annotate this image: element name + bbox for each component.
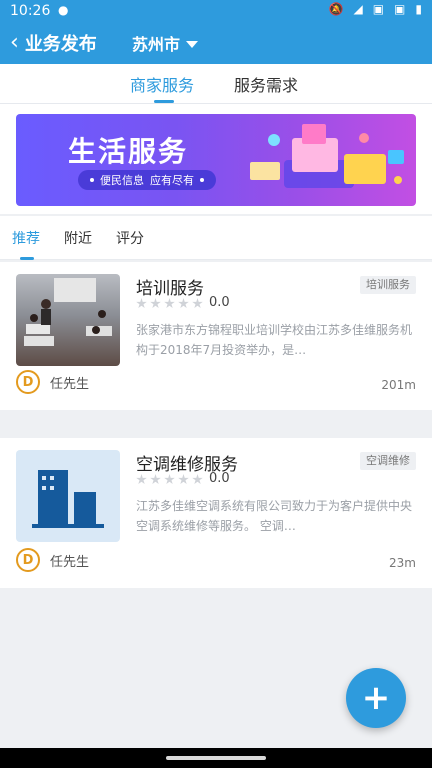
- listing-card[interactable]: 培训服务 培训服务 0.0 张家港市东方锦程职业培训学校由江苏多佳维服务机构于2…: [0, 262, 432, 410]
- home-gesture-handle[interactable]: [166, 756, 266, 760]
- dot-icon: [200, 178, 204, 182]
- wifi-icon: ◢: [353, 2, 363, 16]
- banner-area: 生活服务 便民信息 应有尽有: [0, 104, 432, 214]
- star-icon: [136, 474, 147, 485]
- listing-title: 培训服务: [136, 279, 204, 299]
- classroom-photo: [24, 278, 112, 346]
- plus-icon: +: [361, 678, 391, 718]
- star-icon: [150, 298, 161, 309]
- location-icon: ●: [58, 3, 69, 17]
- status-icons: 🔕 ◢ ▣ ▣ ▮: [329, 2, 422, 16]
- back-button[interactable]: ‹ 业务发布: [10, 28, 97, 58]
- listing-thumbnail: [16, 274, 120, 366]
- star-icon: [150, 474, 161, 485]
- star-icon: [164, 474, 175, 485]
- filter-tab-rating[interactable]: 评分: [116, 228, 144, 248]
- category-badge: 空调维修: [360, 452, 416, 470]
- rating-stars: [136, 298, 203, 309]
- active-filter-indicator: [20, 257, 34, 260]
- main-tabs: 商家服务 服务需求: [0, 64, 432, 104]
- distance: 23m: [389, 556, 416, 570]
- star-icon: [192, 474, 203, 485]
- city-label: 苏州市: [132, 35, 181, 54]
- status-bar: 10:26 ● 🔕 ◢ ▣ ▣ ▮: [0, 0, 432, 22]
- listing-description: 江苏多佳维空调系统有限公司致力于为客户提供中央空调系统维修等服务。 空调…: [136, 499, 413, 533]
- logo-badge-icon: D: [16, 548, 40, 572]
- city-selector[interactable]: 苏州市: [132, 30, 199, 56]
- filter-tabs: 推荐 附近 评分: [0, 216, 432, 260]
- battery-icon: ▮: [415, 2, 422, 16]
- dot-icon: [90, 178, 94, 182]
- banner-title: 生活服务: [68, 135, 189, 168]
- owner-name: 任先生: [50, 554, 90, 570]
- star-icon: [192, 298, 203, 309]
- owner-info: D 任先生: [16, 370, 89, 394]
- distance: 201m: [381, 378, 416, 392]
- signal-icon-2: ▣: [394, 2, 406, 16]
- owner-name: 任先生: [50, 376, 90, 392]
- banner-illustration: [250, 124, 404, 188]
- mute-icon: 🔕: [328, 2, 344, 16]
- tab-service-demand[interactable]: 服务需求: [234, 72, 298, 96]
- star-icon: [164, 298, 175, 309]
- filter-tab-nearby[interactable]: 附近: [64, 228, 92, 248]
- top-bar: 10:26 ● 🔕 ◢ ▣ ▣ ▮ ‹ 业务发布 苏州市: [0, 0, 432, 64]
- rating-stars: [136, 474, 203, 485]
- banner-tagline: 便民信息 应有尽有: [78, 170, 216, 190]
- header: ‹ 业务发布 苏州市: [0, 22, 432, 64]
- active-tab-indicator: [154, 100, 174, 103]
- caret-down-icon: [186, 40, 199, 48]
- owner-info: D 任先生: [16, 548, 89, 572]
- listing-card[interactable]: 空调维修服务 空调维修 0.0 江苏多佳维空调系统有限公司致力于为客户提供中央空…: [0, 438, 432, 588]
- banner-tagline-1: 便民信息: [100, 174, 144, 187]
- listing-description: 张家港市东方锦程职业培训学校由江苏多佳维服务机构于2018年7月投资举办，是…: [136, 323, 413, 357]
- add-button[interactable]: +: [346, 668, 406, 728]
- page-title: 业务发布: [24, 34, 97, 55]
- star-icon: [136, 298, 147, 309]
- listing-thumbnail: [16, 450, 120, 542]
- star-icon: [178, 298, 189, 309]
- signal-icon: ▣: [372, 2, 385, 16]
- chevron-left-icon: ‹: [10, 30, 19, 55]
- system-nav-bar: [0, 748, 432, 768]
- banner-tagline-2: 应有尽有: [150, 174, 194, 187]
- tab-merchant-services[interactable]: 商家服务: [130, 72, 194, 96]
- promo-banner[interactable]: 生活服务 便民信息 应有尽有: [16, 114, 416, 206]
- star-icon: [178, 474, 189, 485]
- category-badge: 培训服务: [360, 276, 416, 294]
- building-icon: [32, 470, 104, 528]
- status-time: 10:26: [10, 3, 51, 19]
- filter-tab-recommended[interactable]: 推荐: [12, 228, 40, 248]
- rating-value: 0.0: [209, 471, 230, 486]
- rating-value: 0.0: [209, 295, 230, 310]
- logo-badge-icon: D: [16, 370, 40, 394]
